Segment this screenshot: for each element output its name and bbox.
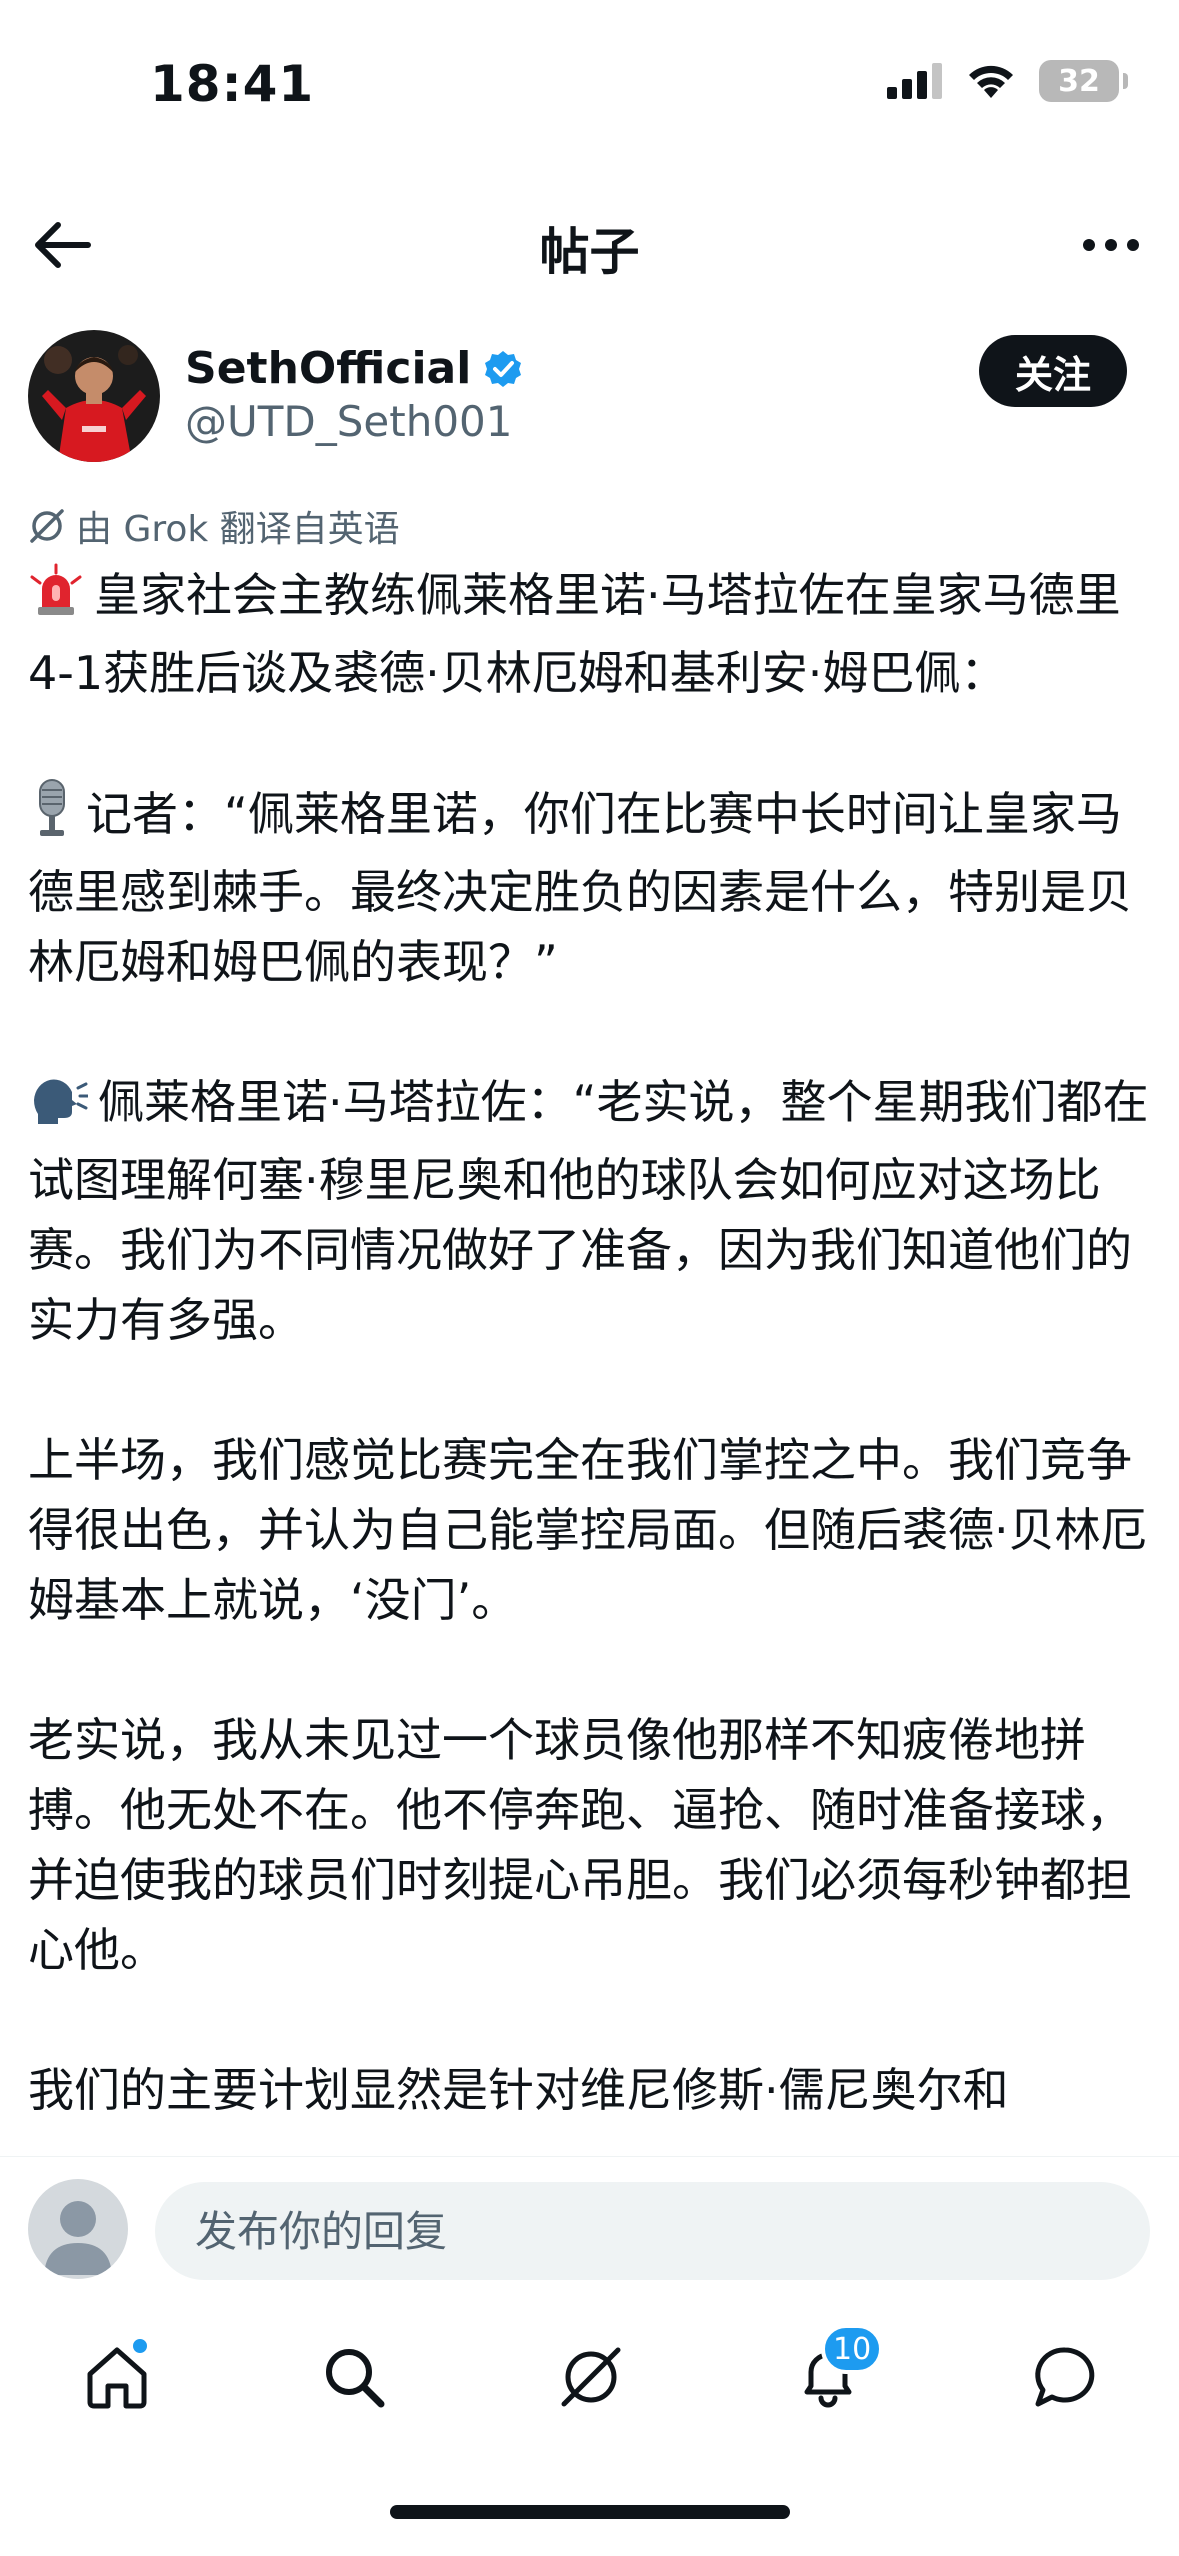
home-indicator xyxy=(390,2505,790,2519)
siren-emoji xyxy=(28,563,84,638)
tab-search[interactable] xyxy=(309,2332,399,2422)
unread-dot xyxy=(130,2336,150,2356)
battery-icon: 32 xyxy=(1039,60,1128,102)
tweet-body: 皇家社会主教练佩莱格里诺·马塔拉佐在皇家马德里4-1获胜后谈及裘德·贝林厄姆和基… xyxy=(28,560,1153,2155)
verified-badge-icon xyxy=(485,350,522,387)
reply-bar xyxy=(0,2157,1179,2307)
tweet-paragraph: 我们的主要计划显然是针对维尼修斯·儒尼奥尔和 xyxy=(28,2063,1009,2117)
cellular-signal-icon xyxy=(887,63,942,99)
status-bar: 18:41 32 xyxy=(0,0,1179,150)
tab-messages[interactable] xyxy=(1020,2332,1110,2422)
status-icons: 32 xyxy=(887,60,1128,102)
grok-icon xyxy=(561,2347,621,2407)
status-time: 18:41 xyxy=(150,55,315,113)
default-avatar-icon xyxy=(44,2201,112,2275)
player-photo xyxy=(28,330,160,462)
header: 帖子 xyxy=(0,180,1179,310)
tab-notifications[interactable]: 10 xyxy=(783,2324,884,2422)
tweet-paragraph: 老实说，我从未见过一个球员像他那样不知疲倦地拼搏。他无处不在。他不停奔跑、逼抢、… xyxy=(28,1713,1132,1977)
notification-badge: 10 xyxy=(821,2324,884,2374)
avatar[interactable] xyxy=(28,330,160,462)
speaking-head-emoji xyxy=(28,1070,90,1145)
tab-grok[interactable] xyxy=(546,2332,636,2422)
tweet-paragraph: 佩莱格里诺·马塔拉佐：“老实说，整个星期我们都在试图理解何塞·穆里尼奥和他的球队… xyxy=(28,1067,1153,1355)
tweet-paragraph: 记者：“佩莱格里诺，你们在比赛中长时间让皇家马德里感到棘手。最终决定胜负的因素是… xyxy=(28,778,1153,997)
more-horizontal-icon xyxy=(1083,239,1139,251)
author-row: SethOfficial @UTD_Seth001 关注 xyxy=(0,325,1179,475)
translation-note-text: 由 Grok 翻译自英语 xyxy=(76,509,400,550)
display-name[interactable]: SethOfficial xyxy=(185,343,523,394)
tweet-paragraph: 皇家社会主教练佩莱格里诺·马塔拉佐在皇家马德里4-1获胜后谈及裘德·贝林厄姆和基… xyxy=(28,560,1153,708)
grok-icon xyxy=(30,509,64,543)
translation-note[interactable]: 由 Grok 翻译自英语 xyxy=(28,500,400,552)
search-icon xyxy=(326,2349,385,2408)
tab-bar: 10 xyxy=(0,2307,1179,2447)
user-avatar[interactable] xyxy=(28,2179,128,2279)
microphone-emoji xyxy=(28,778,76,857)
page-title: 帖子 xyxy=(539,223,640,281)
tweet-paragraph: 上半场，我们感觉比赛完全在我们掌控之中。我们竞争得很出色，并认为自己能掌控局面。… xyxy=(28,1433,1147,1627)
display-name-text: SethOfficial xyxy=(185,343,472,394)
wifi-icon xyxy=(969,65,1013,98)
message-icon xyxy=(1035,2347,1095,2407)
follow-button[interactable]: 关注 xyxy=(979,335,1127,407)
user-handle[interactable]: @UTD_Seth001 xyxy=(185,397,513,446)
tab-home[interactable] xyxy=(72,2332,162,2422)
more-button[interactable] xyxy=(1071,210,1151,280)
reply-input[interactable] xyxy=(155,2182,1150,2280)
